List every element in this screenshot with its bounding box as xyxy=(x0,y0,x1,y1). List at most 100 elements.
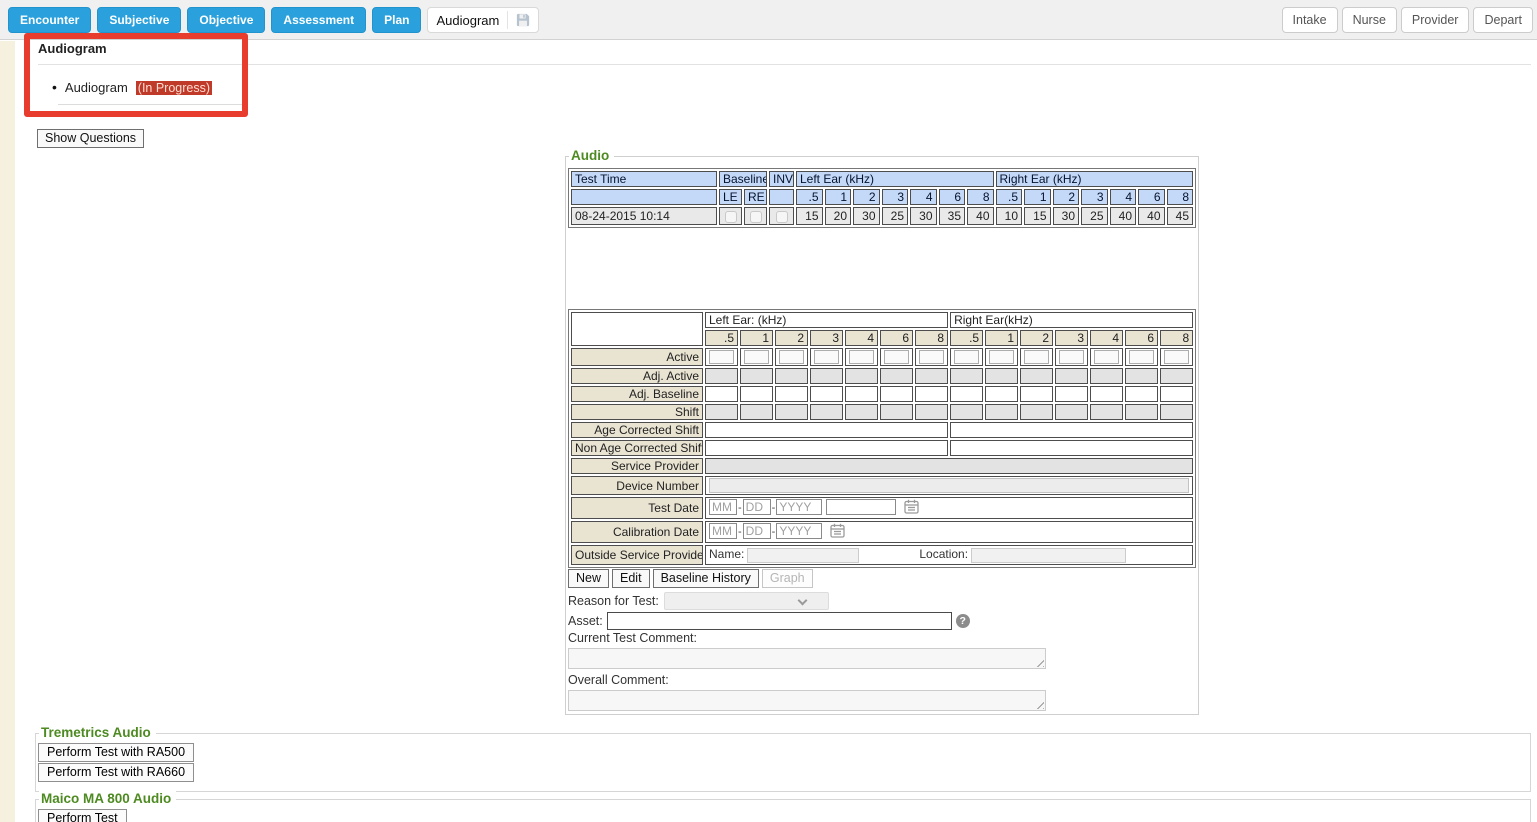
grid-row-label: Test Date xyxy=(571,497,703,519)
provider-button[interactable]: Provider xyxy=(1401,7,1470,33)
grid-value-cell xyxy=(845,404,878,420)
grid-value-cell xyxy=(1090,404,1123,420)
threshold-input[interactable] xyxy=(1129,350,1154,364)
asset-input[interactable] xyxy=(607,612,952,630)
threshold-input[interactable] xyxy=(709,350,734,364)
overall-comment-textarea[interactable] xyxy=(568,690,1046,711)
current-test-comment-textarea[interactable] xyxy=(568,648,1046,669)
depart-button[interactable]: Depart xyxy=(1473,7,1533,33)
date-extra-input[interactable] xyxy=(826,499,896,515)
show-questions-button[interactable]: Show Questions xyxy=(37,129,144,148)
grid-value-cell xyxy=(880,348,913,366)
threshold-input[interactable] xyxy=(884,350,909,364)
grid-row: Test Date-- xyxy=(571,497,1193,519)
grid-value-cell xyxy=(1160,404,1193,420)
grid-value-cell xyxy=(775,386,808,402)
threshold-input[interactable] xyxy=(744,350,769,364)
le-header: LE xyxy=(719,189,742,205)
freq-header-cell: .5 xyxy=(996,189,1023,205)
objective-button[interactable]: Objective xyxy=(187,7,265,33)
threshold-input[interactable] xyxy=(954,350,979,364)
baseline-re-checkbox[interactable] xyxy=(750,211,762,223)
tab-audiogram[interactable]: Audiogram xyxy=(427,7,539,33)
threshold-input[interactable] xyxy=(1059,350,1084,364)
baseline-le-checkbox[interactable] xyxy=(725,211,737,223)
plan-button[interactable]: Plan xyxy=(372,7,421,33)
edit-button[interactable]: Edit xyxy=(612,569,650,588)
audio-section: Audio Test Time Baseline INV Left Ear (k… xyxy=(565,156,1199,715)
assessment-button[interactable]: Assessment xyxy=(271,7,366,33)
grid-freq-header-cell: 8 xyxy=(915,330,948,346)
encounter-button[interactable]: Encounter xyxy=(8,7,91,33)
perform-test-ra660-button[interactable]: Perform Test with RA660 xyxy=(38,763,194,782)
grid-left-ear-header: Left Ear: (kHz) xyxy=(705,312,948,328)
threshold-input[interactable] xyxy=(919,350,944,364)
inv-checkbox[interactable] xyxy=(776,211,788,223)
threshold-value-cell: 40 xyxy=(1138,207,1165,225)
grid-value-cell xyxy=(880,368,913,384)
threshold-input[interactable] xyxy=(1094,350,1119,364)
page: Encounter Subjective Objective Assessmen… xyxy=(0,0,1537,822)
device-number-input[interactable] xyxy=(709,478,1189,493)
calendar-icon[interactable] xyxy=(830,523,845,541)
grid-freq-header-cell: 2 xyxy=(1020,330,1053,346)
intake-button[interactable]: Intake xyxy=(1282,7,1338,33)
perform-test-ra500-button[interactable]: Perform Test with RA500 xyxy=(38,743,194,762)
freq-header-cell: 4 xyxy=(1110,189,1137,205)
history-data-row[interactable]: 08-24-2015 10:14 15203025303540101530254… xyxy=(571,207,1193,225)
date-yyyy-input[interactable] xyxy=(776,523,822,539)
grid-row: Shift xyxy=(571,404,1193,420)
empty-header-cell xyxy=(571,189,717,205)
grid-name-location-cell: Name:Location: xyxy=(705,545,1193,565)
threshold-input[interactable] xyxy=(989,350,1014,364)
new-button[interactable]: New xyxy=(568,569,609,588)
perform-test-button[interactable]: Perform Test xyxy=(38,809,127,822)
threshold-input[interactable] xyxy=(814,350,839,364)
maico-legend: Maico MA 800 Audio xyxy=(39,791,176,806)
grid-value-cell xyxy=(705,368,738,384)
date-separator: - xyxy=(738,526,742,538)
tremetrics-buttons: Perform Test with RA500 Perform Test wit… xyxy=(38,743,194,782)
grid-value-cell xyxy=(740,404,773,420)
date-dd-input[interactable] xyxy=(743,523,771,539)
save-icon[interactable] xyxy=(516,13,530,27)
grid-freq-header-cell: 3 xyxy=(1055,330,1088,346)
grid-value-cell xyxy=(1020,368,1053,384)
grid-value-cell xyxy=(880,404,913,420)
date-mm-input[interactable] xyxy=(709,499,737,515)
grid-value-cell xyxy=(1125,386,1158,402)
date-mm-input[interactable] xyxy=(709,523,737,539)
date-yyyy-input[interactable] xyxy=(776,499,822,515)
form-item-label[interactable]: Audiogram xyxy=(65,80,128,95)
outside-provider-location-input[interactable] xyxy=(971,548,1126,563)
reason-for-test-select[interactable] xyxy=(664,592,829,610)
grid-row-label: Shift xyxy=(571,404,703,420)
date-dd-input[interactable] xyxy=(743,499,771,515)
grid-value-cell xyxy=(1160,386,1193,402)
freq-header-cell: 1 xyxy=(825,189,852,205)
grid-value-cell xyxy=(1090,348,1123,366)
asset-label: Asset: xyxy=(568,614,603,628)
threshold-value-cell: 30 xyxy=(1053,207,1080,225)
baseline-history-button[interactable]: Baseline History xyxy=(653,569,759,588)
grid-value-cell xyxy=(775,404,808,420)
nurse-button[interactable]: Nurse xyxy=(1342,7,1397,33)
outside-provider-name-input[interactable] xyxy=(747,548,859,563)
threshold-input[interactable] xyxy=(779,350,804,364)
help-icon[interactable]: ? xyxy=(956,614,970,628)
threshold-input[interactable] xyxy=(1164,350,1189,364)
date-separator: - xyxy=(772,526,776,538)
form-list-item[interactable]: • Audiogram (In Progress) xyxy=(52,80,212,95)
current-test-comment-label: Current Test Comment: xyxy=(568,631,697,645)
location-label: Location: xyxy=(919,547,968,561)
threshold-input[interactable] xyxy=(849,350,874,364)
threshold-input[interactable] xyxy=(1024,350,1049,364)
history-actions: New Edit Baseline History Graph xyxy=(568,569,813,588)
subjective-button[interactable]: Subjective xyxy=(97,7,181,33)
reason-for-test-label: Reason for Test: xyxy=(568,594,659,608)
maico-section: Maico MA 800 Audio Perform Test xyxy=(35,799,1531,822)
threshold-value-cell: 20 xyxy=(825,207,852,225)
baseline-header: Baseline xyxy=(719,171,767,187)
calendar-icon[interactable] xyxy=(904,499,919,517)
grid-value-cell xyxy=(810,368,843,384)
